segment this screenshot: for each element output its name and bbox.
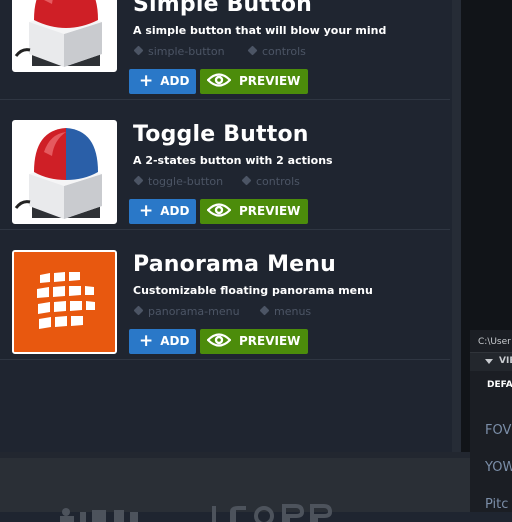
side-panel: C:\User VIE DEFA FOV YOW Pitc [470,330,512,512]
red-blue-push-button-icon [14,122,115,222]
preview-button[interactable]: PREVIEW [200,69,308,94]
item-title: Panorama Menu [133,252,337,277]
bottom-bar [0,452,470,522]
section-label: VIE [499,356,512,366]
tag-icon [133,305,144,316]
tag-label: controls [262,45,306,58]
tag[interactable]: controls [247,45,306,58]
grid-tiles-icon [14,252,115,352]
section-header[interactable]: VIE [470,352,512,371]
path-label: C:\User [478,337,511,347]
tag[interactable]: menus [259,305,312,318]
plugin-list: Simple Button A simple button that will … [0,0,453,452]
tag-label: controls [256,175,300,188]
add-button[interactable]: + ADD [129,199,196,224]
preview-label: PREVIEW [239,334,301,348]
tag[interactable]: controls [241,175,300,188]
add-label: ADD [160,74,190,88]
tag[interactable]: panorama-menu [133,305,240,318]
tag[interactable]: simple-button [133,45,225,58]
preview-label: PREVIEW [239,204,301,218]
item-title: Toggle Button [133,122,309,147]
plus-icon: + [139,331,154,351]
tag-label: panorama-menu [148,305,240,318]
tag-label: menus [274,305,312,318]
red-push-button-icon [14,0,115,70]
property-label[interactable]: FOV [485,423,511,438]
list-scrollbar[interactable] [452,0,461,452]
item-description: A simple button that will blow your mind [133,24,387,37]
thumbnail-simple-button [12,0,117,72]
preview-button[interactable]: PREVIEW [200,199,308,224]
plus-icon: + [139,201,154,221]
list-item: Panorama Menu Customizable floating pano… [0,230,450,360]
thumbnail-toggle-button [12,120,117,224]
brand-logo-icon [60,504,333,522]
tag[interactable]: toggle-button [133,175,224,188]
preview-button[interactable]: PREVIEW [200,329,308,354]
tag-icon [241,175,252,186]
tag-icon [133,175,144,186]
eye-icon [206,333,232,347]
item-title: Simple Button [133,0,313,17]
tag-icon [133,45,144,56]
eye-icon [206,73,232,87]
list-item: Simple Button A simple button that will … [0,0,450,100]
preview-label: PREVIEW [239,74,301,88]
add-label: ADD [160,334,190,348]
tag-label: toggle-button [148,175,224,188]
list-item: Toggle Button A 2-states button with 2 a… [0,100,450,230]
tag-label: simple-button [148,45,225,58]
add-button[interactable]: + ADD [129,329,196,354]
property-label[interactable]: Pitc [485,497,508,512]
thumbnail-panorama-menu [12,250,117,354]
add-label: ADD [160,204,190,218]
tag-icon [247,45,258,56]
add-button[interactable]: + ADD [129,69,196,94]
property-label[interactable]: YOW [485,460,512,475]
tag-icon [259,305,270,316]
item-description: Customizable floating panorama menu [133,284,373,297]
chevron-down-icon [485,359,493,364]
plus-icon: + [139,71,154,91]
eye-icon [206,203,232,217]
item-description: A 2-states button with 2 actions [133,154,333,167]
default-label: DEFA [487,380,512,390]
